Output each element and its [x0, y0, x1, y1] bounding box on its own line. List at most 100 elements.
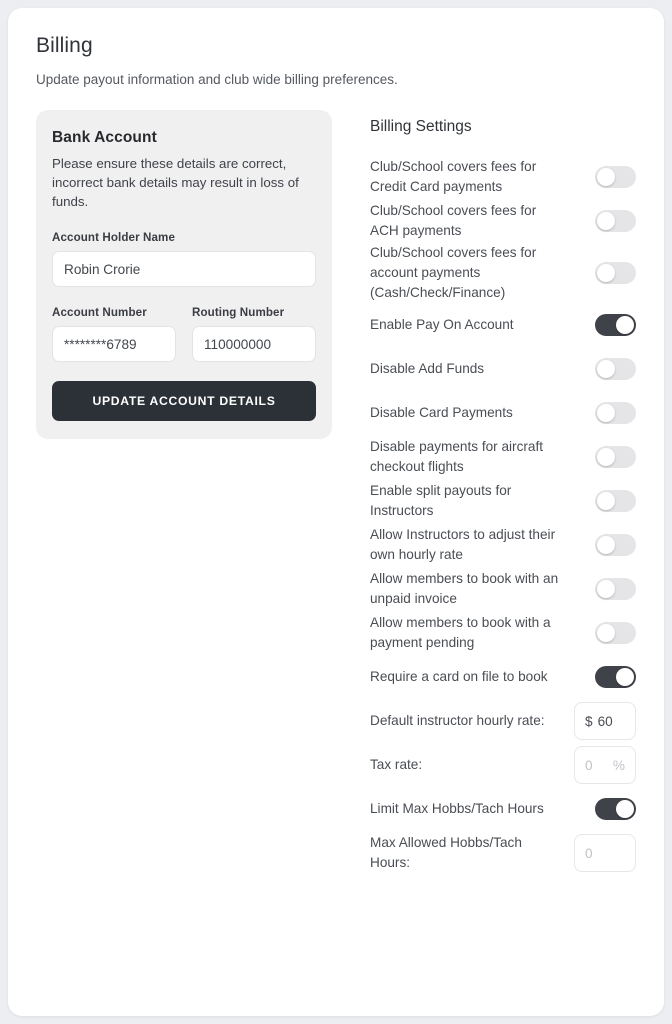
setting-row: Club/School covers fees for ACH payments [370, 199, 636, 243]
page-header: Billing Update payout information and cl… [8, 8, 664, 87]
bank-account-column: Bank Account Please ensure these details… [36, 110, 332, 439]
account-holder-label: Account Holder Name [52, 231, 176, 244]
setting-toggle[interactable] [595, 666, 636, 688]
tax-rate-row: Tax rate: 0 % [370, 743, 636, 787]
setting-control [574, 358, 636, 380]
setting-toggle[interactable] [595, 358, 636, 380]
limit-hobbs-row: Limit Max Hobbs/Tach Hours [370, 787, 636, 831]
setting-toggle[interactable] [595, 622, 636, 644]
setting-label: Allow members to book with an unpaid inv… [370, 571, 559, 606]
max-hobbs-label: Max Allowed Hobbs/Tach Hours: [370, 835, 522, 870]
setting-control [574, 314, 636, 336]
setting-row: Disable Card Payments [370, 391, 636, 435]
setting-toggle[interactable] [595, 534, 636, 556]
billing-settings-column: Billing Settings Club/School covers fees… [332, 110, 636, 875]
billing-page-card: Billing Update payout information and cl… [8, 8, 664, 1016]
setting-toggle[interactable] [595, 166, 636, 188]
page-title: Billing [36, 34, 93, 57]
setting-row: Require a card on file to book [370, 655, 636, 699]
toggle-knob [597, 212, 615, 230]
toggle-knob [597, 168, 615, 186]
setting-label: Allow members to book with a payment pen… [370, 615, 551, 650]
setting-toggle[interactable] [595, 490, 636, 512]
setting-control [574, 446, 636, 468]
setting-label: Club/School covers fees for Credit Card … [370, 159, 537, 194]
instructor-rate-value: 60 [597, 713, 613, 729]
toggle-knob [597, 492, 615, 510]
bank-account-title: Bank Account [52, 129, 157, 146]
tax-rate-input[interactable]: 0 % [574, 746, 636, 784]
tax-rate-label: Tax rate: [370, 757, 423, 772]
update-account-details-button[interactable]: UPDATE ACCOUNT DETAILS [52, 381, 316, 421]
billing-settings-title: Billing Settings [370, 118, 472, 135]
setting-row: Enable Pay On Account [370, 303, 636, 347]
instructor-rate-control: $ 60 [574, 702, 636, 740]
toggle-knob [597, 536, 615, 554]
max-hobbs-row: Max Allowed Hobbs/Tach Hours: 0 [370, 831, 636, 875]
setting-label: Club/School covers fees for account paym… [370, 245, 537, 300]
instructor-rate-input[interactable]: $ 60 [574, 702, 636, 740]
setting-control [574, 534, 636, 556]
account-number-input[interactable] [52, 326, 176, 362]
toggle-knob [597, 360, 615, 378]
setting-toggle[interactable] [595, 314, 636, 336]
setting-toggle[interactable] [595, 402, 636, 424]
account-holder-field: Account Holder Name [52, 231, 316, 287]
setting-toggle[interactable] [595, 262, 636, 284]
setting-toggle[interactable] [595, 210, 636, 232]
billing-toggle-list: Club/School covers fees for Credit Card … [370, 155, 636, 699]
setting-label: Disable payments for aircraft checkout f… [370, 439, 544, 474]
setting-control [574, 578, 636, 600]
setting-row: Club/School covers fees for account paym… [370, 243, 636, 303]
toggle-knob [597, 264, 615, 282]
setting-label: Require a card on file to book [370, 669, 548, 684]
bank-account-description: Please ensure these details are correct,… [52, 156, 299, 209]
toggle-knob [597, 404, 615, 422]
instructor-rate-label: Default instructor hourly rate: [370, 713, 545, 728]
account-holder-input[interactable] [52, 251, 316, 287]
setting-control [574, 166, 636, 188]
toggle-knob [597, 624, 615, 642]
setting-control [574, 622, 636, 644]
percent-suffix: % [612, 757, 625, 773]
toggle-knob [616, 668, 634, 686]
setting-label: Allow Instructors to adjust their own ho… [370, 527, 556, 562]
setting-label: Club/School covers fees for ACH payments [370, 203, 537, 238]
account-routing-row: Account Number Routing Number [52, 306, 316, 362]
limit-hobbs-label: Limit Max Hobbs/Tach Hours [370, 801, 544, 816]
currency-prefix: $ [585, 713, 593, 729]
setting-control [574, 210, 636, 232]
setting-row: Disable Add Funds [370, 347, 636, 391]
setting-row: Enable split payouts for Instructors [370, 479, 636, 523]
toggle-knob [597, 448, 615, 466]
max-hobbs-placeholder: 0 [585, 845, 593, 861]
toggle-knob [597, 580, 615, 598]
setting-row: Club/School covers fees for Credit Card … [370, 155, 636, 199]
setting-label: Disable Card Payments [370, 405, 513, 420]
setting-label: Enable split payouts for Instructors [370, 483, 512, 518]
bank-account-card: Bank Account Please ensure these details… [36, 110, 332, 439]
setting-control [574, 666, 636, 688]
account-number-label: Account Number [52, 306, 147, 319]
toggle-knob [616, 316, 634, 334]
max-hobbs-input[interactable]: 0 [574, 834, 636, 872]
routing-number-field: Routing Number [192, 306, 316, 362]
setting-label: Disable Add Funds [370, 361, 485, 376]
setting-toggle[interactable] [595, 446, 636, 468]
setting-control [574, 490, 636, 512]
tax-rate-control: 0 % [574, 746, 636, 784]
setting-toggle[interactable] [595, 578, 636, 600]
routing-number-label: Routing Number [192, 306, 285, 319]
setting-row: Allow members to book with an unpaid inv… [370, 567, 636, 611]
setting-row: Allow Instructors to adjust their own ho… [370, 523, 636, 567]
page-subtitle: Update payout information and club wide … [36, 72, 398, 87]
tax-rate-placeholder: 0 [585, 757, 593, 773]
limit-hobbs-control [574, 798, 636, 820]
max-hobbs-control: 0 [574, 834, 636, 872]
limit-hobbs-toggle[interactable] [595, 798, 636, 820]
instructor-rate-row: Default instructor hourly rate: $ 60 [370, 699, 636, 743]
toggle-knob [616, 800, 634, 818]
setting-label: Enable Pay On Account [370, 317, 514, 332]
routing-number-input[interactable] [192, 326, 316, 362]
account-number-field: Account Number [52, 306, 176, 362]
